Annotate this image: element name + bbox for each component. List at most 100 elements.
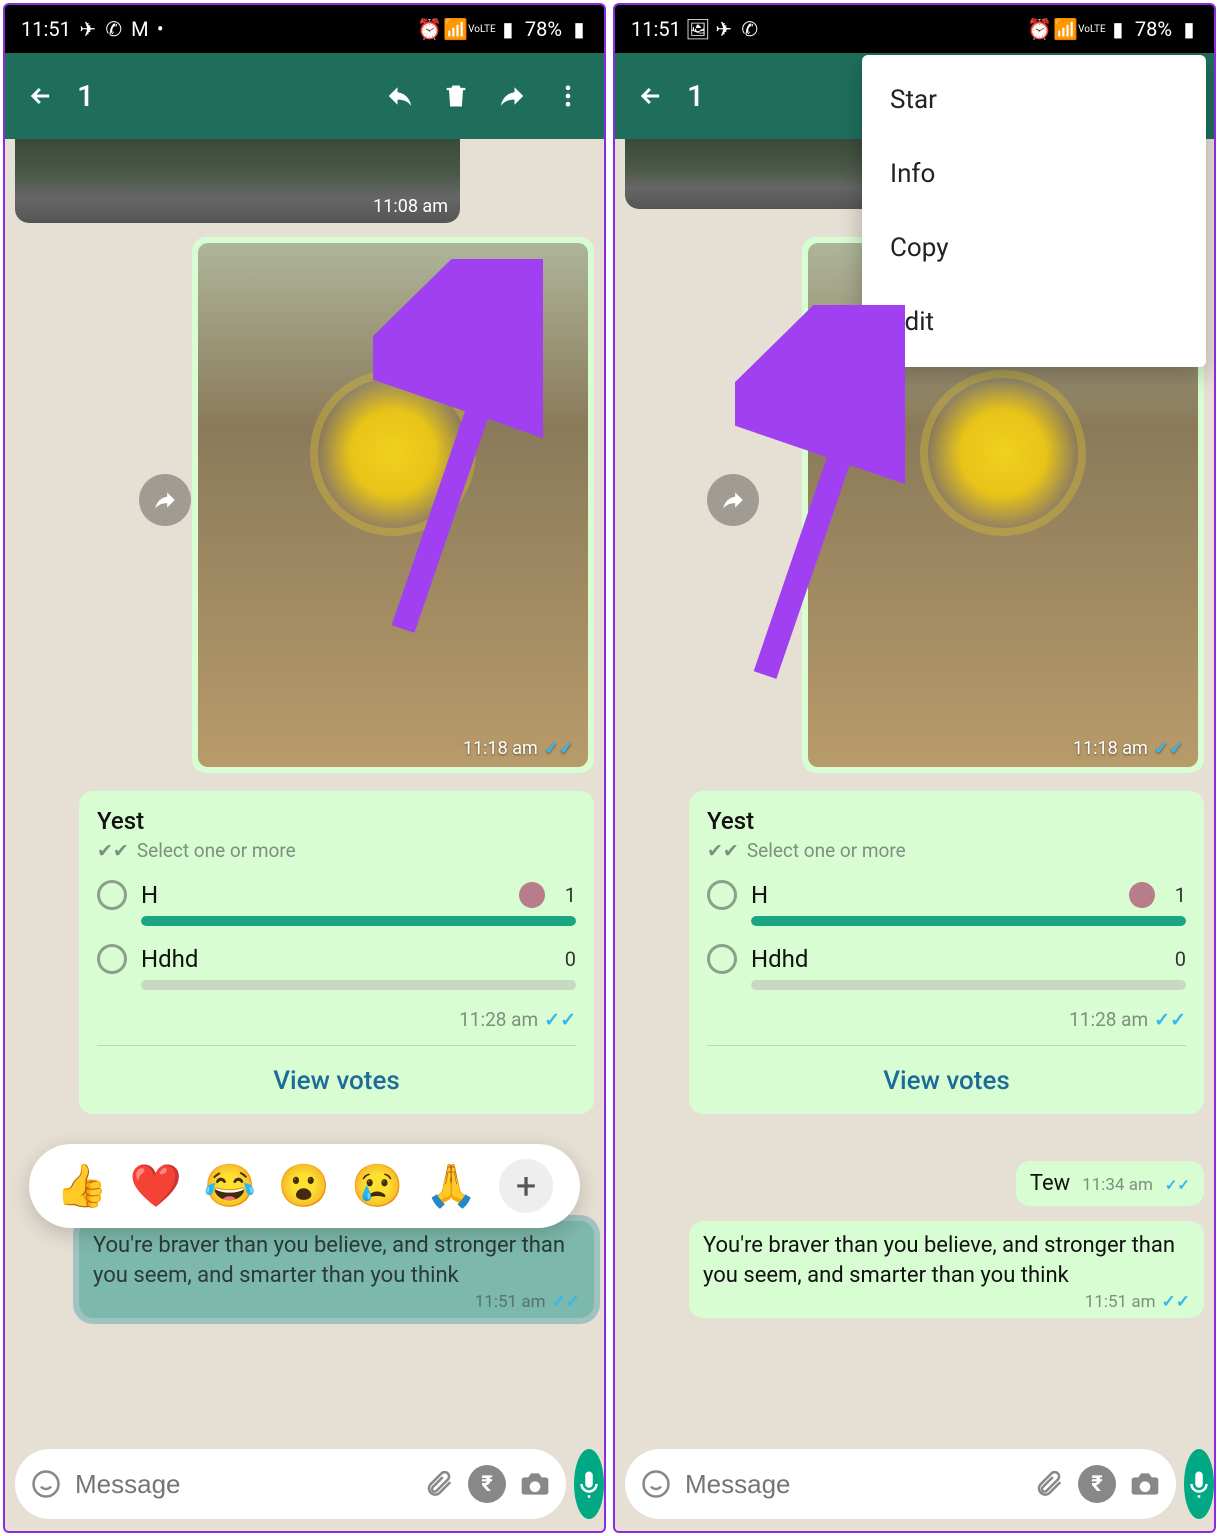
attach-button[interactable] bbox=[1032, 1467, 1066, 1501]
menu-edit[interactable]: Edit bbox=[862, 285, 1206, 359]
forward-media-button[interactable] bbox=[707, 474, 759, 526]
reaction-heart[interactable]: ❤️ bbox=[130, 1162, 182, 1211]
reaction-wow[interactable]: 😮 bbox=[277, 1162, 329, 1211]
message-time: 11:51 am bbox=[475, 1292, 546, 1312]
radio-icon[interactable] bbox=[97, 944, 127, 974]
back-button[interactable] bbox=[13, 68, 69, 124]
message-input[interactable] bbox=[75, 1469, 410, 1500]
message-time: 11:28 am bbox=[1069, 1008, 1148, 1031]
incoming-photo-message[interactable]: 11:08 am bbox=[15, 139, 460, 223]
delete-button[interactable] bbox=[428, 68, 484, 124]
right-screenshot: 11:51 🖼 ✈ ✆ ⏰ 📶 VoLTE ▮ 78% ▮ 1 bbox=[613, 3, 1216, 1533]
flower-image bbox=[928, 378, 1078, 528]
message-time: 11:51 am bbox=[1085, 1292, 1156, 1312]
forward-media-button[interactable] bbox=[139, 474, 191, 526]
message-time: 11:18 am bbox=[463, 738, 538, 759]
reaction-more-button[interactable]: + bbox=[499, 1159, 553, 1213]
poll-message[interactable]: Yest ✔✔ Select one or more H 1 Hdhd 0 bbox=[689, 791, 1204, 1114]
message-input-container: ₹ bbox=[15, 1449, 566, 1519]
read-ticks-icon: ✓✓ bbox=[1154, 1008, 1186, 1031]
volte-icon: VoLTE bbox=[473, 20, 491, 38]
forward-button[interactable] bbox=[484, 68, 540, 124]
selection-count: 1 bbox=[687, 79, 704, 114]
attach-button[interactable] bbox=[422, 1467, 456, 1501]
gmail-icon: M bbox=[131, 20, 149, 38]
overflow-button[interactable] bbox=[540, 68, 596, 124]
poll-option-count: 0 bbox=[565, 947, 576, 971]
poll-option[interactable]: H 1 bbox=[97, 880, 576, 926]
message-input[interactable] bbox=[685, 1469, 1020, 1500]
phone-icon: ✆ bbox=[105, 20, 123, 38]
message-time: 11:28 am bbox=[459, 1008, 538, 1031]
status-bar: 11:51 🖼 ✈ ✆ ⏰ 📶 VoLTE ▮ 78% ▮ bbox=[615, 5, 1214, 53]
flower-image bbox=[318, 378, 468, 528]
outgoing-text-message[interactable]: Tew 11:34 am ✓✓ bbox=[1016, 1161, 1204, 1206]
read-ticks-icon: ✓✓ bbox=[1162, 1292, 1191, 1312]
selected-text-message[interactable]: You're braver than you believe, and stro… bbox=[79, 1221, 594, 1318]
back-button[interactable] bbox=[623, 68, 679, 124]
poll-option-label: Hdhd bbox=[751, 945, 1155, 973]
read-ticks-icon: ✓✓ bbox=[1154, 738, 1184, 759]
overflow-menu: Star Info Copy Edit bbox=[862, 55, 1206, 367]
reply-button[interactable] bbox=[372, 68, 428, 124]
status-bar: 11:51 ✈ ✆ M • ⏰ 📶 VoLTE ▮ 78% ▮ bbox=[5, 5, 604, 53]
read-ticks-icon: ✓✓ bbox=[552, 1292, 581, 1312]
poll-message[interactable]: Yest ✔✔ Select one or more H 1 Hdhd 0 bbox=[79, 791, 594, 1114]
poll-option[interactable]: H 1 bbox=[707, 880, 1186, 926]
outgoing-photo-message[interactable]: 11:18 am ✓✓ bbox=[192, 237, 594, 773]
battery-icon: ▮ bbox=[1180, 20, 1198, 38]
payment-button[interactable]: ₹ bbox=[1078, 1465, 1116, 1503]
read-ticks-icon: ✓✓ bbox=[544, 738, 574, 759]
wifi-icon: 📶 bbox=[1057, 20, 1075, 38]
poll-option-count: 0 bbox=[1175, 947, 1186, 971]
read-ticks-icon: ✓✓ bbox=[544, 1008, 576, 1031]
menu-copy[interactable]: Copy bbox=[862, 211, 1206, 285]
selection-app-bar: 1 bbox=[5, 53, 604, 139]
menu-star[interactable]: Star bbox=[862, 63, 1206, 137]
message-text: You're braver than you believe, and stro… bbox=[703, 1231, 1190, 1290]
poll-option-label: H bbox=[751, 881, 1115, 909]
poll-option-label: Hdhd bbox=[141, 945, 545, 973]
radio-icon[interactable] bbox=[97, 880, 127, 910]
view-votes-button[interactable]: View votes bbox=[97, 1045, 576, 1104]
message-text: Tew bbox=[1030, 1171, 1070, 1196]
checkmarks-icon: ✔✔ bbox=[97, 839, 129, 862]
poll-title: Yest bbox=[97, 807, 576, 835]
payment-button[interactable]: ₹ bbox=[468, 1465, 506, 1503]
alarm-icon: ⏰ bbox=[1031, 20, 1049, 38]
voter-avatar bbox=[519, 882, 545, 908]
poll-option[interactable]: Hdhd 0 bbox=[707, 944, 1186, 990]
poll-option-count: 1 bbox=[565, 883, 576, 907]
camera-button[interactable] bbox=[1128, 1467, 1162, 1501]
emoji-button[interactable] bbox=[29, 1467, 63, 1501]
emoji-button[interactable] bbox=[639, 1467, 673, 1501]
view-votes-button[interactable]: View votes bbox=[707, 1045, 1186, 1104]
camera-button[interactable] bbox=[518, 1467, 552, 1501]
selection-count: 1 bbox=[77, 79, 94, 114]
radio-icon[interactable] bbox=[707, 880, 737, 910]
reaction-thumbsup[interactable]: 👍 bbox=[56, 1162, 108, 1211]
dot-icon: • bbox=[157, 17, 164, 41]
battery-percent: 78% bbox=[1135, 17, 1172, 41]
menu-info[interactable]: Info bbox=[862, 137, 1206, 211]
reaction-sad[interactable]: 😢 bbox=[351, 1162, 403, 1211]
message-time: 11:08 am bbox=[373, 196, 448, 217]
phone-icon: ✆ bbox=[741, 20, 759, 38]
message-input-container: ₹ bbox=[625, 1449, 1176, 1519]
signal-icon: ▮ bbox=[1109, 20, 1127, 38]
checkmarks-icon: ✔✔ bbox=[707, 839, 739, 862]
wifi-icon: 📶 bbox=[447, 20, 465, 38]
radio-icon[interactable] bbox=[707, 944, 737, 974]
status-time: 11:51 bbox=[631, 17, 681, 41]
input-row: ₹ bbox=[15, 1449, 594, 1519]
volte-icon: VoLTE bbox=[1083, 20, 1101, 38]
poll-option[interactable]: Hdhd 0 bbox=[97, 944, 576, 990]
poll-hint-text: Select one or more bbox=[137, 839, 296, 862]
reaction-laugh[interactable]: 😂 bbox=[204, 1162, 256, 1211]
outgoing-text-message[interactable]: You're braver than you believe, and stro… bbox=[689, 1221, 1204, 1318]
image-icon: 🖼 bbox=[689, 20, 707, 38]
voice-record-button[interactable] bbox=[574, 1449, 604, 1519]
reaction-pray[interactable]: 🙏 bbox=[425, 1162, 477, 1211]
poll-option-label: H bbox=[141, 881, 505, 909]
voice-record-button[interactable] bbox=[1184, 1449, 1214, 1519]
